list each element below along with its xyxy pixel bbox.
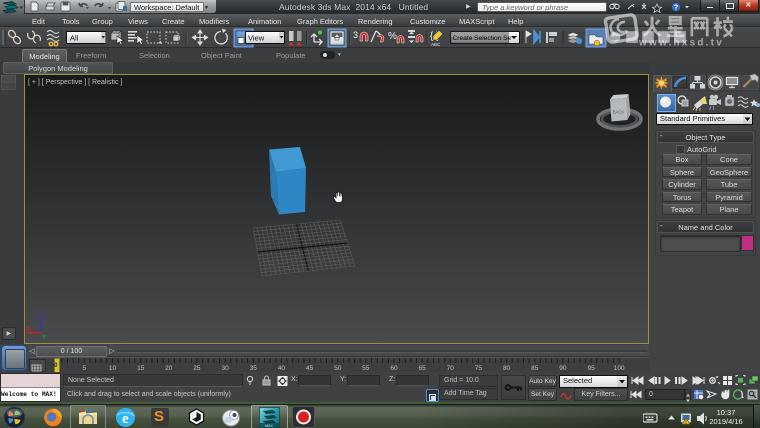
svg-text:70: 70	[447, 365, 455, 372]
svg-text:55: 55	[362, 365, 370, 372]
svg-text:35: 35	[250, 365, 258, 372]
svg-text:25: 25	[193, 365, 201, 372]
svg-text:Z: Z	[39, 313, 43, 320]
svg-text:All: All	[70, 34, 79, 43]
svg-text:90: 90	[559, 365, 567, 372]
svg-text:30: 30	[221, 365, 229, 372]
svg-text:50: 50	[334, 365, 342, 372]
svg-text:BACK: BACK	[613, 110, 625, 115]
svg-text:X: X	[26, 326, 31, 333]
svg-text:ABC: ABC	[431, 42, 441, 47]
svg-text:15: 15	[137, 365, 145, 372]
svg-text:45: 45	[306, 365, 314, 372]
svg-text:?: ?	[674, 5, 678, 12]
svg-text:100: 100	[614, 365, 625, 372]
svg-text:10: 10	[109, 365, 117, 372]
svg-text:%: %	[388, 31, 397, 42]
svg-text:80: 80	[503, 365, 511, 372]
svg-text:75: 75	[475, 365, 483, 372]
svg-text:60: 60	[390, 365, 398, 372]
svg-text:3: 3	[353, 30, 358, 40]
svg-text:5: 5	[82, 365, 86, 372]
svg-text:View: View	[248, 34, 265, 43]
svg-text:85: 85	[531, 365, 539, 372]
svg-text:95: 95	[587, 365, 595, 372]
svg-text:MAX: MAX	[265, 424, 273, 428]
svg-text:Create Selection Se: Create Selection Se	[453, 35, 512, 42]
svg-text:Y: Y	[42, 334, 47, 341]
svg-text:65: 65	[418, 365, 426, 372]
svg-text:20: 20	[165, 365, 173, 372]
svg-text:40: 40	[278, 365, 286, 372]
